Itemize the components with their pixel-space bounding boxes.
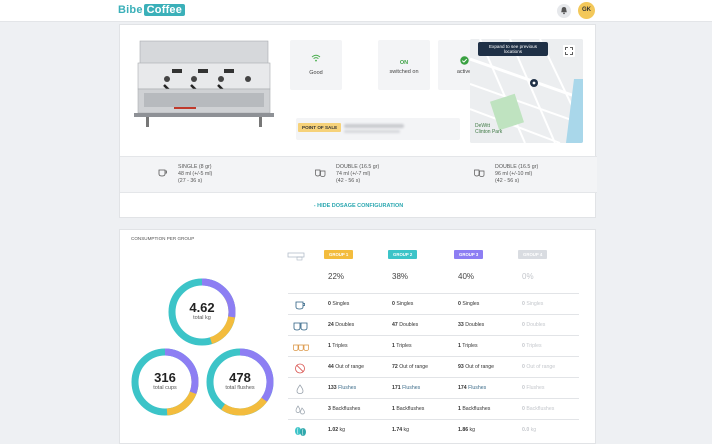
single-cup-icon xyxy=(158,169,167,177)
app-logo[interactable]: Bibe Coffee xyxy=(118,4,186,16)
triple-cup-icon xyxy=(293,344,309,351)
map-place-label: DeWitt Clinton Park xyxy=(475,123,503,135)
total-flushes-value: 478 xyxy=(229,370,251,385)
table-row: 44 Out of range 72 Out of range 93 Out of … xyxy=(288,356,579,377)
user-avatar[interactable]: GK xyxy=(578,2,595,19)
table-cell: 1 Backflushes xyxy=(458,406,491,412)
table-row: 3 Backflushes 1 Backflushes 1 Backflushes 0… xyxy=(288,398,579,419)
hide-dosage-configuration-link[interactable]: - HIDE DOSAGE CONFIGURATION xyxy=(120,203,597,209)
table-cell: 1 Backflushes xyxy=(392,406,425,412)
table-cell: 0 Singles xyxy=(522,301,544,307)
total-kg-ring: 4.62 total kg xyxy=(167,277,237,347)
table-cell: 0 Flushes xyxy=(522,385,545,391)
group-percentage-1: 22% xyxy=(328,272,345,281)
machine-groups-icon xyxy=(287,252,305,261)
notification-bell-icon[interactable] xyxy=(557,4,571,18)
map-tooltip: Expand to see previous locations xyxy=(478,42,548,56)
power-label: switched on xyxy=(389,69,419,75)
single-cup-icon xyxy=(295,301,305,310)
table-row: 133 Flushes 171 Flushes 174 Flushes 0 Flush… xyxy=(288,377,579,398)
point-of-sale-name-redacted xyxy=(344,124,404,128)
table-cell: 44 Out of range xyxy=(328,364,365,370)
table-cell: 1.74 kg xyxy=(392,427,410,433)
table-cell: 174 Flushes xyxy=(458,385,487,391)
total-kg-value: 4.62 xyxy=(189,300,215,315)
table-cell: 0 Triples xyxy=(522,343,542,349)
group-header-2: GROUP 2 xyxy=(388,250,418,259)
group-percentage-3: 40% xyxy=(458,272,475,281)
table-row: 1.02 kg 1.74 kg 1.86 kg 0.0 kg xyxy=(288,419,579,440)
top-bar: Bibe Coffee GK xyxy=(0,0,712,22)
table-cell: 93 Out of range xyxy=(458,364,495,370)
table-cell: 47 Doubles xyxy=(392,322,419,328)
consumption-title: CONSUMPTION PER GROUP xyxy=(131,236,195,241)
table-row: 1 Triples 1 Triples 1 Triples 0 Triples xyxy=(288,335,579,356)
double-cup-icon xyxy=(293,322,308,331)
group-percentage-2: 38% xyxy=(392,272,409,281)
table-cell: 33 Doubles xyxy=(458,322,485,328)
table-cell: 171 Flushes xyxy=(392,385,421,391)
backflush-icon xyxy=(295,405,305,415)
power-status: ON switched on xyxy=(378,40,430,90)
fullscreen-icon xyxy=(565,47,573,55)
double-cup-icon xyxy=(474,169,485,177)
machine-overview-card: Good ON switched on active POINT OF SALE… xyxy=(119,24,597,218)
expand-map-button[interactable] xyxy=(563,45,575,57)
power-value: ON xyxy=(399,60,409,66)
total-cups-value: 316 xyxy=(154,370,176,385)
total-flushes-ring: 478 total flushes xyxy=(205,347,275,417)
table-cell: 1.86 kg xyxy=(458,427,476,433)
table-cell: 24 Doubles xyxy=(328,322,355,328)
connection-status: Good xyxy=(290,40,342,90)
double-cup-icon xyxy=(315,169,326,177)
table-cell: 1 Triples xyxy=(458,343,478,349)
table-cell: 133 Flushes xyxy=(328,385,357,391)
total-cups-label: total cups xyxy=(153,385,177,391)
table-cell: 0 Out of range xyxy=(522,364,556,370)
connection-label: Good xyxy=(309,70,323,76)
table-row: 0 Singles 0 Singles 0 Singles 0 Singles xyxy=(288,293,579,314)
table-cell: 0 Singles xyxy=(328,301,350,307)
dosage-double-large: DOUBLE (16.5 gr) 96 ml (+/-10 ml) (42 - 56… xyxy=(495,164,539,184)
table-cell: 0 Backflushes xyxy=(522,406,555,412)
coffee-beans-icon xyxy=(295,427,306,436)
point-of-sale-address-redacted xyxy=(344,130,400,133)
out-of-range-icon xyxy=(295,363,305,374)
table-row: 24 Doubles 47 Doubles 33 Doubles 0 Doubles xyxy=(288,314,579,335)
location-map[interactable]: Expand to see previous locations DeWitt … xyxy=(470,39,583,143)
table-cell: 72 Out of range xyxy=(392,364,429,370)
table-cell: 0.0 kg xyxy=(522,427,537,433)
point-of-sale-badge: POINT OF SALE xyxy=(298,123,342,132)
table-cell: 1 Triples xyxy=(328,343,348,349)
flush-icon xyxy=(296,384,304,394)
dosage-configuration: SINGLE (8 gr) 48 ml (+/-5 ml) (27 - 36 s) … xyxy=(120,156,597,193)
table-cell: 1.02 kg xyxy=(328,427,346,433)
wifi-icon xyxy=(311,54,321,62)
point-of-sale-panel: POINT OF SALE xyxy=(296,118,460,140)
espresso-machine-image xyxy=(134,40,274,127)
check-icon xyxy=(460,56,469,65)
table-cell: 0 Singles xyxy=(458,301,480,307)
table-cell: 3 Backflushes xyxy=(328,406,361,412)
group-percentage-4: 0% xyxy=(522,272,534,281)
table-cell: 1 Triples xyxy=(392,343,412,349)
table-cell: 0 Singles xyxy=(392,301,414,307)
table-cell: 0 Doubles xyxy=(522,322,546,328)
group-header-1: GROUP 1 xyxy=(324,250,354,259)
dosage-double: DOUBLE (16.5 gr) 74 ml (+/-7 ml) (42 - 56 … xyxy=(336,164,380,184)
total-kg-label: total kg xyxy=(193,315,211,321)
total-flushes-label: total flushes xyxy=(225,385,255,391)
group-header-4: GROUP 4 xyxy=(518,250,548,259)
group-header-3: GROUP 3 xyxy=(454,250,484,259)
dosage-single: SINGLE (8 gr) 48 ml (+/-5 ml) (27 - 36 s) xyxy=(178,164,213,184)
total-cups-ring: 316 total cups xyxy=(130,347,200,417)
consumption-card: CONSUMPTION PER GROUP 4.62 total kg 316 to… xyxy=(119,229,596,444)
